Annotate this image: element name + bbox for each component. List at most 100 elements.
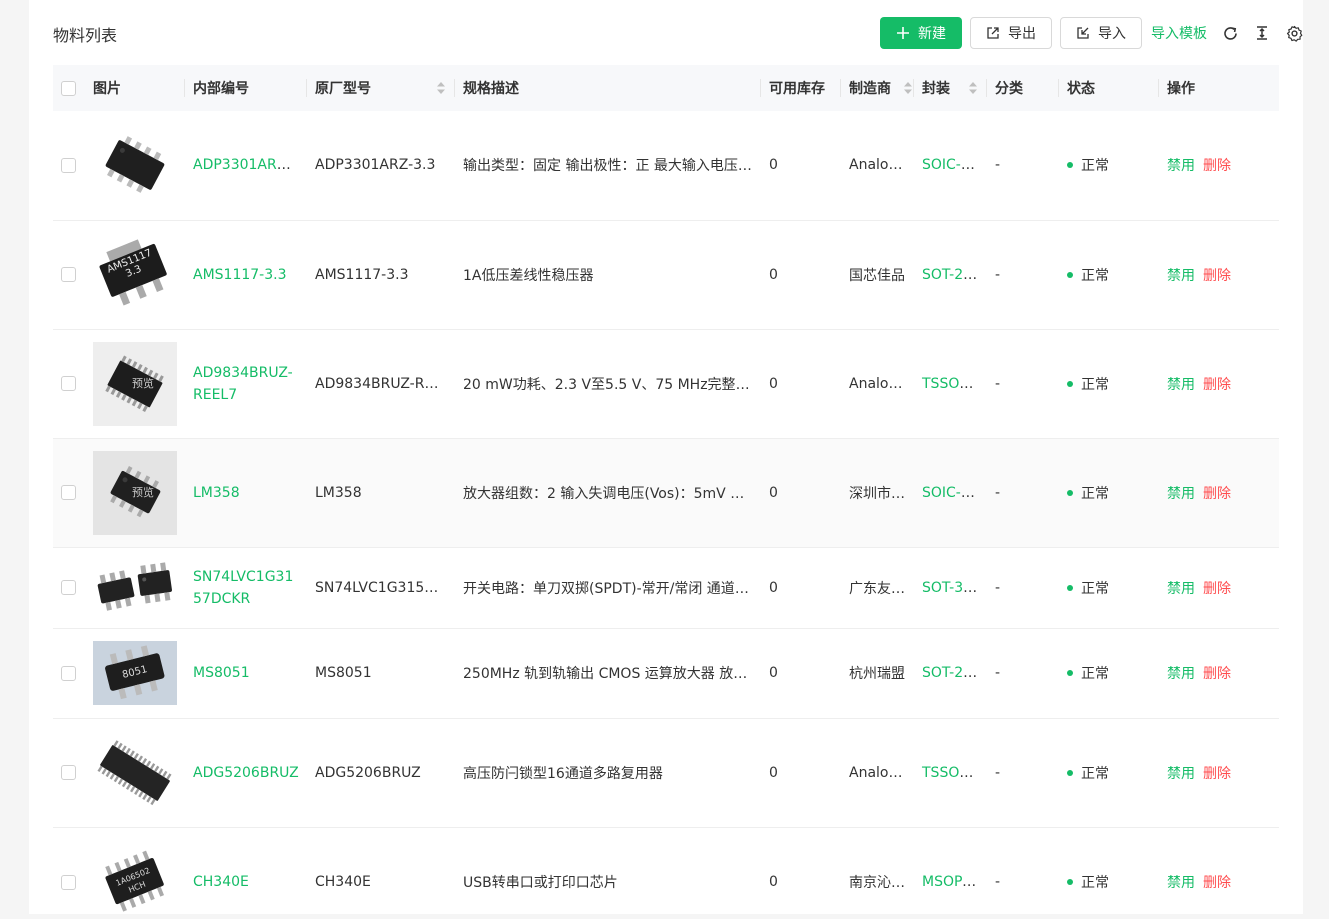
spec-cell: 放大器组数：2 输入失调电压(Vos)：5mV 增…	[455, 438, 761, 548]
import-template-link[interactable]: 导入模板	[1151, 23, 1207, 43]
settings-icon[interactable]	[1285, 24, 1303, 42]
actions-cell: 禁用 删除	[1159, 718, 1279, 828]
chip-thumbnail[interactable]: 预览	[93, 450, 177, 535]
status-text: 正常	[1081, 765, 1109, 782]
disable-button[interactable]: 禁用	[1167, 268, 1195, 284]
disable-button[interactable]: 禁用	[1167, 581, 1195, 597]
disable-button[interactable]: 禁用	[1167, 377, 1195, 393]
category-cell: -	[987, 718, 1059, 828]
delete-button[interactable]: 删除	[1203, 486, 1231, 502]
chip-thumbnail[interactable]	[93, 731, 177, 815]
col-header-category: 分类	[987, 65, 1059, 111]
col-header-model-label: 原厂型号	[315, 81, 371, 97]
internal-code-link[interactable]: MS8051	[193, 665, 250, 681]
row-checkbox[interactable]	[61, 665, 76, 681]
chip-thumbnail[interactable]: 1A06502HCH	[93, 840, 177, 914]
manufacturer-cell: 深圳市…	[841, 438, 914, 548]
disable-button[interactable]: 禁用	[1167, 158, 1195, 174]
watermark-text: 预览	[132, 485, 154, 499]
stock-cell: 0	[761, 547, 841, 629]
internal-code-link[interactable]: SN74LVC1G3157DCKR	[193, 569, 293, 607]
package-link[interactable]: SOT-23…	[922, 665, 986, 681]
internal-code-link[interactable]: CH340E	[193, 874, 249, 890]
delete-button[interactable]: 删除	[1203, 875, 1231, 891]
sort-icon[interactable]	[904, 82, 912, 94]
delete-button[interactable]: 删除	[1203, 766, 1231, 782]
spec-cell: 开关电路：单刀双掷(SPDT)-常开/常闭 通道数…	[455, 547, 761, 629]
table-row[interactable]: ADG5206BRUZ ADG5206BRUZ 高压防闩锁型16通道多路复用器 0 An…	[53, 718, 1279, 828]
delete-button[interactable]: 删除	[1203, 666, 1231, 682]
status-text: 正常	[1081, 267, 1109, 284]
model-cell: AD9834BRUZ-REEL7	[307, 329, 455, 439]
disable-button[interactable]: 禁用	[1167, 875, 1195, 891]
table-row[interactable]: 预览 AD9834BRUZ-REEL7 AD9834BRUZ-REEL7 20 mW功…	[53, 329, 1279, 439]
sort-icon[interactable]	[969, 82, 977, 94]
delete-button[interactable]: 删除	[1203, 158, 1231, 174]
package-link[interactable]: SOIC-8…	[922, 157, 984, 173]
delete-button[interactable]: 删除	[1203, 377, 1231, 393]
package-link[interactable]: SOT-22…	[922, 267, 986, 283]
table-row[interactable]: AMS11173.3 AMS1117-3.3 AMS1117-3.3 1A低压差线性稳…	[53, 220, 1279, 330]
category-cell: -	[987, 547, 1059, 629]
col-header-manufacturer[interactable]: 制造商	[841, 65, 914, 111]
status-cell: 正常	[1059, 718, 1159, 828]
column-height-icon[interactable]	[1253, 24, 1271, 42]
internal-code-link[interactable]: AMS1117-3.3	[193, 267, 287, 283]
internal-code-cell: LM358	[185, 438, 307, 548]
delete-button[interactable]: 删除	[1203, 581, 1231, 597]
row-checkbox[interactable]	[61, 485, 76, 500]
row-checkbox[interactable]	[61, 874, 76, 890]
disable-button[interactable]: 禁用	[1167, 486, 1195, 502]
chip-thumbnail[interactable]: 8051	[93, 641, 177, 705]
package-link[interactable]: MSOP-…	[922, 874, 981, 890]
col-header-package[interactable]: 封装	[914, 65, 987, 111]
disable-button[interactable]: 禁用	[1167, 666, 1195, 682]
col-header-status: 状态	[1059, 65, 1159, 111]
category-cell: -	[987, 111, 1059, 221]
model-cell: MS8051	[307, 628, 455, 719]
package-link[interactable]: TSSOP-…	[922, 376, 987, 392]
package-link[interactable]: SOT-32…	[922, 580, 986, 596]
table-row[interactable]: SN74LVC1G3157DCKR SN74LVC1G3157D… 开关电路：单刀双…	[53, 547, 1279, 629]
col-header-model[interactable]: 原厂型号	[307, 65, 455, 111]
image-cell	[85, 111, 185, 221]
internal-code-link[interactable]: ADG5206BRUZ	[193, 765, 299, 781]
table-row[interactable]: ADP3301ARZ-3.3 ADP3301ARZ-3.3 输出类型：固定 输出极性…	[53, 111, 1279, 221]
stock-cell: 0	[761, 220, 841, 330]
row-checkbox[interactable]	[61, 267, 76, 282]
row-checkbox[interactable]	[61, 157, 76, 173]
table-row[interactable]: 1A06502HCH CH340E CH340E USB转串口或打印口芯片 0 南京沁… M…	[53, 827, 1279, 914]
table-row[interactable]: 8051 MS8051 MS8051 250MHz 轨到轨输出 CMOS 运算放大器 …	[53, 628, 1279, 719]
delete-button[interactable]: 删除	[1203, 268, 1231, 284]
actions-cell: 禁用 删除	[1159, 827, 1279, 914]
export-button[interactable]: 导出	[970, 17, 1052, 49]
internal-code-cell: ADP3301ARZ-3.3	[185, 111, 307, 221]
col-header-package-label: 封装	[922, 81, 950, 97]
category-cell: -	[987, 628, 1059, 719]
row-checkbox[interactable]	[61, 580, 76, 595]
chip-thumbnail[interactable]	[93, 558, 177, 618]
internal-code-link[interactable]: LM358	[193, 485, 240, 501]
import-button[interactable]: 导入	[1060, 17, 1142, 49]
row-checkbox[interactable]	[61, 376, 76, 391]
chip-thumbnail[interactable]: AMS11173.3	[93, 235, 177, 315]
disable-button[interactable]: 禁用	[1167, 766, 1195, 782]
package-cell: TSSOP-…	[914, 718, 987, 828]
internal-code-link[interactable]: ADP3301ARZ-3.3	[193, 157, 307, 173]
row-checkbox[interactable]	[61, 765, 76, 780]
new-button[interactable]: 新建	[880, 17, 962, 49]
chip-thumbnail[interactable]	[93, 130, 177, 200]
internal-code-cell: AMS1117-3.3	[185, 220, 307, 330]
internal-code-link[interactable]: AD9834BRUZ-REEL7	[193, 365, 293, 403]
internal-code-cell: SN74LVC1G3157DCKR	[185, 547, 307, 629]
package-link[interactable]: TSSOP-…	[922, 765, 987, 781]
new-button-label: 新建	[918, 25, 946, 41]
table-row[interactable]: 预览 LM358 LM358 放大器组数：2 输入失调电压(Vos)：5mV 增… 0 深…	[53, 438, 1279, 548]
refresh-icon[interactable]	[1221, 24, 1239, 42]
sort-icon[interactable]	[437, 82, 445, 94]
status-dot-icon	[1067, 584, 1073, 591]
chip-thumbnail[interactable]: 预览	[93, 341, 177, 426]
select-all-checkbox[interactable]	[61, 80, 76, 96]
actions-cell: 禁用 删除	[1159, 438, 1279, 548]
package-link[interactable]: SOIC-8…	[922, 485, 984, 501]
